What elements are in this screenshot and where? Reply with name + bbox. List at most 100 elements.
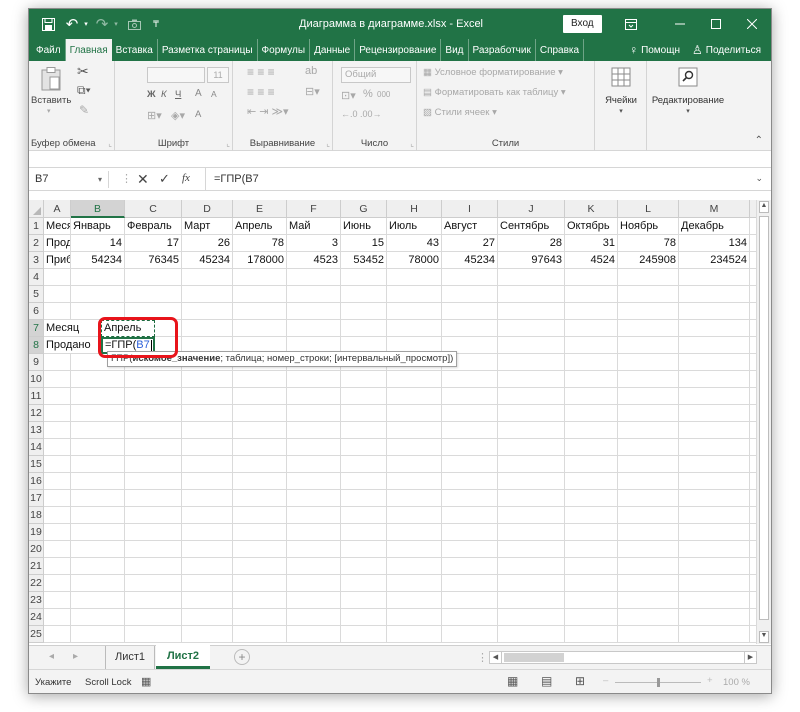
empty-cell[interactable] [565,626,618,643]
cell-a8-label[interactable]: Продано [44,337,91,354]
insert-function-button[interactable]: fx [182,172,190,184]
empty-cell[interactable] [565,337,618,354]
empty-cell[interactable] [679,592,750,609]
empty-cell[interactable] [387,541,442,558]
empty-cell[interactable] [442,422,498,439]
column-header-m[interactable]: M [679,200,750,218]
cancel-entry-icon[interactable]: ✕ [137,171,149,188]
cell-a7-label[interactable]: Месяц [44,320,79,337]
spreadsheet-grid[interactable]: ABCDEFGHIJKLM1МесяцЯнварьФевральМартАпре… [29,200,771,644]
prev-sheet-icon[interactable]: ◂ [49,651,54,662]
column-header-e[interactable]: E [233,200,287,218]
empty-cell[interactable] [618,422,679,439]
close-icon[interactable] [737,9,767,39]
row-header-16[interactable]: 16 [29,473,44,490]
cell[interactable]: Июль [387,218,442,235]
empty-cell[interactable] [44,439,71,456]
empty-cell[interactable] [182,490,233,507]
cell[interactable]: Прибыль [44,252,71,269]
save-icon[interactable] [39,9,57,39]
grow-font-button[interactable]: A [195,88,202,99]
empty-cell[interactable] [71,371,125,388]
empty-cell[interactable] [565,320,618,337]
empty-cell[interactable] [182,558,233,575]
empty-cell[interactable] [442,609,498,626]
empty-cell[interactable] [287,422,341,439]
empty-cell[interactable] [442,626,498,643]
empty-cell[interactable] [387,473,442,490]
cell[interactable]: 76345 [125,252,182,269]
empty-cell[interactable] [71,626,125,643]
orientation-icon[interactable]: ab [305,65,317,77]
empty-cell[interactable] [442,303,498,320]
empty-cell[interactable] [565,490,618,507]
empty-cell[interactable] [182,575,233,592]
tab-view[interactable]: Вид [441,39,469,61]
expand-formula-bar-icon[interactable]: ⌄ [755,173,763,184]
row-header-7[interactable]: 7 [29,320,44,337]
sheet-tab-1[interactable]: Лист1 [105,646,155,669]
cell[interactable]: 234524 [679,252,750,269]
empty-cell[interactable] [498,439,565,456]
empty-cell[interactable] [341,320,387,337]
empty-cell[interactable] [565,439,618,456]
bold-button[interactable]: Ж [147,89,156,100]
empty-cell[interactable] [341,303,387,320]
empty-cell[interactable] [44,609,71,626]
tab-home[interactable]: Главная [65,39,112,61]
cell[interactable]: 245908 [618,252,679,269]
empty-cell[interactable] [44,286,71,303]
empty-cell[interactable] [565,405,618,422]
row-header-20[interactable]: 20 [29,541,44,558]
vertical-scrollbar[interactable]: ▲ ▼ [756,200,771,644]
empty-cell[interactable] [498,541,565,558]
empty-cell[interactable] [287,269,341,286]
empty-cell[interactable] [182,626,233,643]
empty-cell[interactable] [341,507,387,524]
empty-cell[interactable] [498,405,565,422]
empty-cell[interactable] [565,473,618,490]
empty-cell[interactable] [387,592,442,609]
empty-cell[interactable] [233,558,287,575]
cell[interactable]: 53452 [341,252,387,269]
empty-cell[interactable] [182,286,233,303]
row-header-1[interactable]: 1 [29,218,44,235]
empty-cell[interactable] [233,541,287,558]
row-header-6[interactable]: 6 [29,303,44,320]
row-header-12[interactable]: 12 [29,405,44,422]
paste-button[interactable]: Вставить ▾ [31,65,71,117]
empty-cell[interactable] [233,575,287,592]
empty-cell[interactable] [387,269,442,286]
scroll-left-icon[interactable]: ◀ [490,652,502,663]
empty-cell[interactable] [498,371,565,388]
maximize-icon[interactable] [701,9,731,39]
empty-cell[interactable] [679,575,750,592]
cell[interactable]: 134 [679,235,750,252]
undo-icon[interactable]: ↶ [63,9,81,39]
empty-cell[interactable] [233,286,287,303]
empty-cell[interactable] [287,456,341,473]
tab-review[interactable]: Рецензирование [355,39,442,61]
column-header-f[interactable]: F [287,200,341,218]
empty-cell[interactable] [71,388,125,405]
borders-icon[interactable]: ⊞▾ [147,109,162,122]
empty-cell[interactable] [442,592,498,609]
empty-cell[interactable] [679,405,750,422]
row-header-10[interactable]: 10 [29,371,44,388]
redo-dropdown-icon[interactable]: ▾ [111,9,121,39]
italic-button[interactable]: К [161,89,167,100]
empty-cell[interactable] [71,558,125,575]
minimize-icon[interactable] [665,9,695,39]
empty-cell[interactable] [679,626,750,643]
empty-cell[interactable] [565,422,618,439]
empty-cell[interactable] [233,371,287,388]
empty-cell[interactable] [498,303,565,320]
empty-cell[interactable] [125,405,182,422]
empty-cell[interactable] [387,490,442,507]
cells-button[interactable]: Ячейки ▾ [595,67,647,125]
column-header-c[interactable]: C [125,200,182,218]
empty-cell[interactable] [565,303,618,320]
empty-cell[interactable] [679,320,750,337]
empty-cell[interactable] [679,609,750,626]
cell[interactable]: Май [287,218,341,235]
